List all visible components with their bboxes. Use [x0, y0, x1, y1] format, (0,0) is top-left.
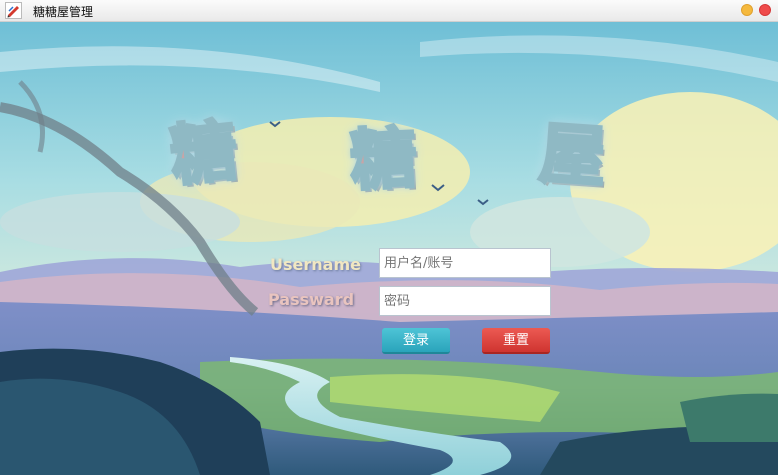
- title-bar[interactable]: 糖糖屋管理: [0, 0, 778, 22]
- logo-char-2: 糖: [347, 117, 420, 201]
- logo-char-3: 屋: [536, 112, 610, 197]
- logo-char-1: 糖: [165, 109, 242, 196]
- close-button[interactable]: [759, 4, 771, 16]
- minimize-button[interactable]: [741, 4, 753, 16]
- login-background: 糖 糖 屋 Username Passward 登录 重置: [0, 22, 778, 475]
- username-label: Username: [270, 255, 361, 274]
- password-input[interactable]: [379, 286, 551, 316]
- password-label: Passward: [268, 290, 355, 309]
- app-pencil-icon: [5, 2, 22, 19]
- reset-button[interactable]: 重置: [482, 328, 550, 354]
- login-button[interactable]: 登录: [382, 328, 450, 354]
- window-title: 糖糖屋管理: [33, 5, 94, 19]
- username-input[interactable]: [379, 248, 551, 278]
- app-window: 糖糖屋管理 糖 糖 屋 Username 用户名/账号 Passward 密码 …: [0, 0, 778, 475]
